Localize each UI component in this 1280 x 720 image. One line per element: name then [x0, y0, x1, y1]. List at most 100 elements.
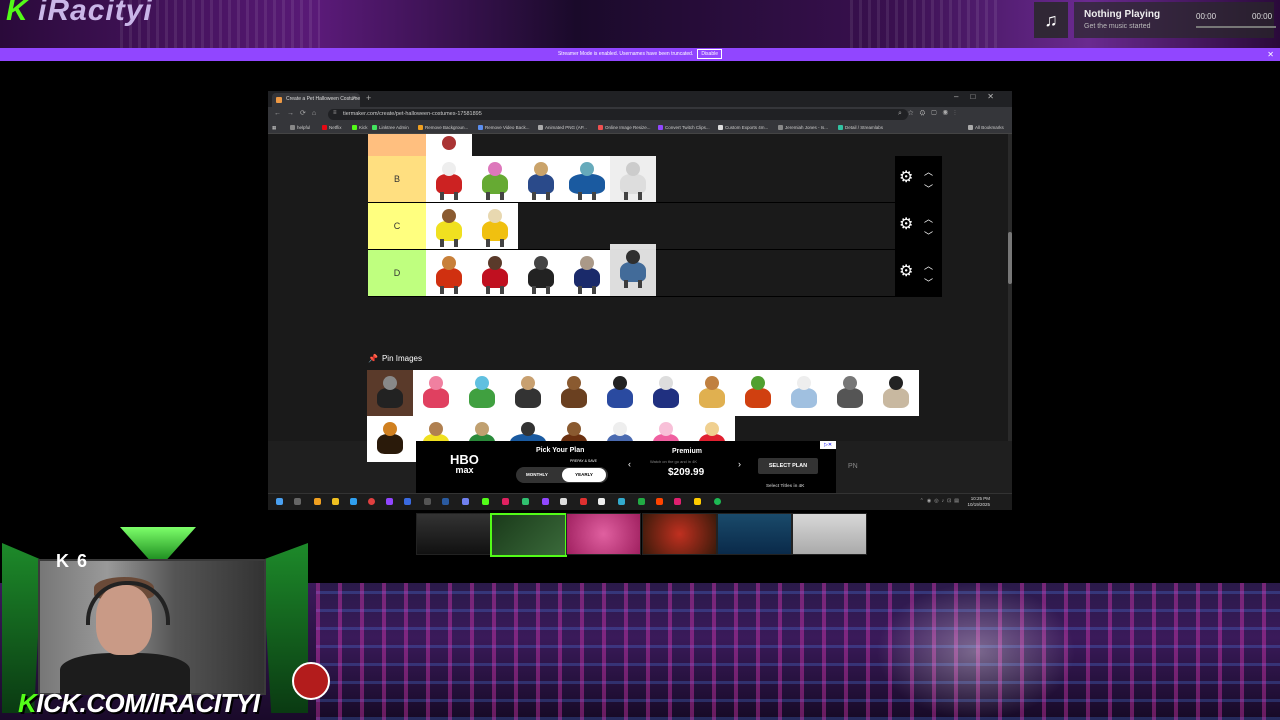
pet-image[interactable]	[426, 203, 472, 249]
twitch-icon[interactable]	[542, 498, 549, 505]
taskbar-app-icon[interactable]	[314, 498, 321, 505]
chevron-up-icon[interactable]: ︿	[924, 212, 933, 225]
scene-thumbnail[interactable]	[717, 513, 792, 555]
gear-icon[interactable]: ⚙	[899, 170, 913, 186]
pet-image[interactable]	[472, 156, 518, 202]
pet-image[interactable]	[413, 370, 459, 416]
chevron-down-icon[interactable]: ﹀	[924, 229, 933, 242]
taskbar-app-icon[interactable]	[618, 498, 625, 505]
chevron-up-icon[interactable]: ︿	[924, 259, 933, 272]
system-tray-icons[interactable]: ⌃◉◎♪⊡▤	[920, 498, 962, 504]
disable-button[interactable]: Disable	[697, 49, 723, 59]
taskbar-app-icon[interactable]	[638, 498, 645, 505]
gear-icon[interactable]: ⚙	[899, 264, 913, 280]
pet-image[interactable]	[551, 370, 597, 416]
pet-image[interactable]	[518, 156, 564, 202]
bookmark-item[interactable]: helpful	[290, 125, 310, 131]
bookmark-item[interactable]: Online Image Resize...	[598, 125, 651, 131]
new-tab-icon[interactable]: +	[366, 93, 371, 103]
toolbar-icons[interactable]: ⌕☆⚙▢◉⋮	[898, 110, 962, 118]
pet-image[interactable]	[564, 250, 610, 296]
pet-image[interactable]	[426, 156, 472, 202]
plan-toggle[interactable]: PREPAY & SAVE MONTHLY YEARLY	[516, 459, 608, 483]
scene-thumbnail[interactable]	[792, 513, 867, 555]
pet-image[interactable]	[518, 250, 564, 296]
chrome-icon[interactable]	[368, 498, 375, 505]
search-icon[interactable]	[294, 498, 301, 505]
taskbar-app-icon[interactable]	[560, 498, 567, 505]
pet-image[interactable]	[643, 370, 689, 416]
pet-image[interactable]	[367, 370, 413, 416]
taskbar-app-icon[interactable]	[580, 498, 587, 505]
bookmark-item[interactable]: Animated PNG (AP...	[538, 125, 587, 131]
taskbar-app-icon[interactable]	[522, 498, 529, 505]
pet-image[interactable]	[735, 370, 781, 416]
pet-image[interactable]	[459, 370, 505, 416]
scene-thumbnail-active[interactable]	[490, 513, 567, 557]
pet-image[interactable]	[426, 250, 472, 296]
tier-label[interactable]: C	[368, 203, 426, 249]
folder-icon[interactable]	[332, 498, 339, 505]
chevron-left-icon[interactable]: ‹	[628, 459, 631, 469]
taskbar-app-icon[interactable]	[656, 498, 663, 505]
select-plan-button[interactable]: SELECT PLAN	[758, 458, 818, 474]
tier-label[interactable]: D	[368, 250, 426, 296]
pet-image[interactable]	[564, 156, 610, 202]
close-icon[interactable]: ✕	[1267, 48, 1274, 61]
scene-thumbnail[interactable]	[566, 513, 641, 555]
taskbar-app-icon[interactable]	[404, 498, 411, 505]
taskbar-app-icon[interactable]	[424, 498, 431, 505]
yearly-option[interactable]: YEARLY	[562, 468, 606, 482]
scene-thumbnail[interactable]	[416, 513, 491, 555]
taskbar-app-icon[interactable]	[674, 498, 681, 505]
taskbar-app-icon[interactable]	[350, 498, 357, 505]
chevron-down-icon[interactable]: ﹀	[924, 276, 933, 289]
pet-image-dragging[interactable]	[610, 244, 656, 296]
pet-image[interactable]	[367, 416, 413, 462]
apps-icon[interactable]: ▦	[272, 125, 276, 131]
window-controls[interactable]: –□✕	[954, 92, 1006, 101]
bookmark-item[interactable]: Detail / Streamlabs	[838, 125, 883, 131]
chevron-down-icon[interactable]: ﹀	[924, 182, 933, 195]
bookmark-item[interactable]: Convert Twitch Clips...	[658, 125, 710, 131]
taskbar-app-icon[interactable]	[502, 498, 509, 505]
tier-label[interactable]: B	[368, 156, 426, 202]
pin-images-header[interactable]: 📌 Pin Images	[368, 354, 422, 363]
all-bookmarks[interactable]: All Bookmarks	[968, 125, 1004, 131]
bookmark-item[interactable]: Netflix	[322, 125, 342, 131]
kick-icon[interactable]	[482, 498, 489, 505]
ad-choices-icon[interactable]: ▷✕	[820, 441, 836, 449]
pet-image[interactable]	[426, 134, 472, 156]
taskbar-app-icon[interactable]	[694, 498, 701, 505]
chevron-up-icon[interactable]: ︿	[924, 165, 933, 178]
pet-image[interactable]	[610, 156, 656, 202]
taskbar-app-icon[interactable]	[386, 498, 393, 505]
chevron-right-icon[interactable]: ›	[738, 459, 741, 469]
pet-image[interactable]	[827, 370, 873, 416]
spotify-icon[interactable]	[714, 498, 721, 505]
nav-buttons[interactable]: ←→⟳⌂	[274, 109, 322, 117]
monthly-option[interactable]: MONTHLY	[526, 472, 548, 477]
close-tab-icon[interactable]: ×	[352, 95, 356, 102]
pet-image[interactable]	[781, 370, 827, 416]
bookmark-item[interactable]: Remove Backgroun...	[418, 125, 468, 131]
scrollbar[interactable]	[1008, 134, 1012, 441]
pet-image[interactable]	[597, 370, 643, 416]
gear-icon[interactable]: ⚙	[899, 217, 913, 233]
taskbar-app-icon[interactable]	[598, 498, 605, 505]
pet-image[interactable]	[505, 370, 551, 416]
browser-tab[interactable]: Create a Pet Halloween Costume ×	[272, 93, 360, 107]
bookmark-item[interactable]: Linktree Admin	[372, 125, 409, 131]
scene-thumbnail[interactable]	[642, 513, 717, 555]
pet-image[interactable]	[873, 370, 919, 416]
pet-image[interactable]	[472, 203, 518, 249]
bookmark-item[interactable]: Kick	[352, 125, 368, 131]
url-input[interactable]: ≡ tiermaker.com/create/pet-halloween-cos…	[328, 109, 908, 120]
pet-image[interactable]	[472, 250, 518, 296]
bookmark-item[interactable]: Custom Exports 4m...	[718, 125, 768, 131]
steam-icon[interactable]	[442, 498, 449, 505]
start-icon[interactable]	[276, 498, 283, 505]
bookmark-item[interactable]: Remove Video Back...	[478, 125, 529, 131]
hbo-max-ad[interactable]: HBO max Pick Your Plan PREPAY & SAVE MONT…	[416, 441, 858, 493]
discord-icon[interactable]	[462, 498, 469, 505]
